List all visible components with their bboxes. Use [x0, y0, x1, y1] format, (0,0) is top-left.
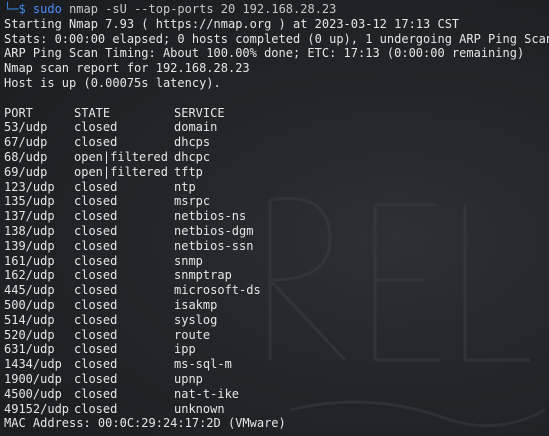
table-row: 49152/udp closed unknown	[4, 402, 549, 417]
port-cell: 520/udp	[4, 327, 55, 342]
port-cell: 135/udp	[4, 194, 55, 209]
state-cell: closed	[74, 120, 118, 135]
state-cell: closed	[74, 179, 118, 194]
service-cell: syslog	[174, 312, 218, 327]
state-cell: closed	[74, 327, 118, 342]
service-cell: microsoft-ds	[174, 283, 261, 298]
scan-header-line: Starting Nmap 7.93 ( https://nmap.org ) …	[4, 16, 460, 31]
service-cell: snmptrap	[174, 268, 232, 283]
state-cell: closed	[74, 209, 118, 224]
state-cell: closed	[74, 253, 118, 268]
service-cell: dhcpc	[174, 149, 211, 164]
scan-header-line: Nmap scan report for 192.168.28.23	[4, 61, 250, 76]
command-args: nmap -sU --top-ports 20 192.168.28.23	[69, 2, 337, 16]
service-cell: ms-sql-m	[174, 357, 232, 372]
command-prompt-line: └─$ sudo nmap -sU --top-ports 20 192.168…	[4, 2, 549, 17]
state-cell: closed	[74, 312, 118, 327]
state-cell: closed	[74, 194, 118, 209]
scan-header-line: Host is up (0.00075s latency).	[4, 75, 221, 90]
service-cell: isakmp	[174, 297, 218, 312]
port-cell: 631/udp	[4, 342, 55, 357]
port-cell: 49152/udp	[4, 401, 70, 416]
service-cell: netbios-dgm	[174, 223, 254, 238]
table-row: 123/udp closed ntp	[4, 180, 549, 195]
port-cell: 139/udp	[4, 238, 55, 253]
table-row: 53/udp closed domain	[4, 120, 549, 135]
port-cell: 4500/udp	[4, 386, 62, 401]
state-cell: closed	[74, 401, 118, 416]
table-row: 137/udp closed netbios-ns	[4, 209, 549, 224]
port-cell: 1900/udp	[4, 371, 62, 386]
state-cell: closed	[74, 268, 118, 283]
table-header-row: PORT STATE SERVICE	[4, 106, 549, 121]
service-cell: dhcps	[174, 135, 211, 150]
table-row: 139/udp closed netbios-ssn	[4, 239, 549, 254]
table-row: 138/udp closed netbios-dgm	[4, 224, 549, 239]
port-cell: 67/udp	[4, 135, 48, 150]
service-cell: unknown	[174, 401, 225, 416]
port-table: 53/udp closed domain 67/udp closed dhcps 68/ud…	[4, 120, 549, 416]
table-row: 162/udp closed snmptrap	[4, 268, 549, 283]
state-cell: open|filtered	[74, 149, 168, 164]
service-cell: nat-t-ike	[174, 386, 240, 401]
service-cell: route	[174, 327, 211, 342]
table-row: 135/udp closed msrpc	[4, 194, 549, 209]
table-row: 69/udp open|filtered tftp	[4, 165, 549, 180]
port-cell: 514/udp	[4, 312, 55, 327]
table-row: 520/udp closed route	[4, 328, 549, 343]
service-cell: msrpc	[174, 194, 211, 209]
scan-header: Starting Nmap 7.93 ( https://nmap.org ) …	[4, 17, 549, 91]
port-cell: 500/udp	[4, 297, 55, 312]
table-row: 67/udp closed dhcps	[4, 135, 549, 150]
service-column-header: SERVICE	[174, 105, 225, 120]
state-cell: closed	[74, 342, 118, 357]
table-row: 1900/udp closed upnp	[4, 372, 549, 387]
port-cell: 68/udp	[4, 149, 48, 164]
terminal-output: └─$ sudo nmap -sU --top-ports 20 192.168…	[4, 2, 549, 431]
terminal-window[interactable]: └─$ sudo nmap -sU --top-ports 20 192.168…	[0, 0, 549, 436]
port-cell: 161/udp	[4, 253, 55, 268]
service-cell: upnp	[174, 371, 203, 386]
state-cell: closed	[74, 371, 118, 386]
state-cell: closed	[74, 238, 118, 253]
table-row: 1434/udp closed ms-sql-m	[4, 357, 549, 372]
port-cell: 162/udp	[4, 268, 55, 283]
scan-header-line: ARP Ping Scan Timing: About 100.00% done…	[4, 46, 525, 61]
prompt-marker: └─$	[4, 2, 26, 16]
port-cell: 69/udp	[4, 164, 48, 179]
service-cell: tftp	[174, 164, 203, 179]
table-row: 4500/udp closed nat-t-ike	[4, 387, 549, 402]
port-cell: 445/udp	[4, 283, 55, 298]
state-cell: closed	[74, 297, 118, 312]
service-cell: netbios-ssn	[174, 238, 254, 253]
state-cell: closed	[74, 386, 118, 401]
port-cell: 123/udp	[4, 179, 55, 194]
port-cell: 53/udp	[4, 120, 48, 135]
port-cell: 1434/udp	[4, 357, 62, 372]
service-cell: ntp	[174, 179, 196, 194]
port-cell: 138/udp	[4, 223, 55, 238]
table-row: 445/udp closed microsoft-ds	[4, 283, 549, 298]
service-cell: netbios-ns	[174, 209, 247, 224]
service-cell: domain	[174, 120, 218, 135]
port-cell: 137/udp	[4, 209, 55, 224]
state-cell: closed	[74, 135, 118, 150]
mac-address-line: MAC Address: 00:0C:29:24:17:2D (VMware)	[4, 416, 286, 431]
table-row: 500/udp closed isakmp	[4, 298, 549, 313]
state-column-header: STATE	[74, 105, 111, 120]
state-cell: closed	[74, 357, 118, 372]
port-column-header: PORT	[4, 105, 33, 120]
state-cell: open|filtered	[74, 164, 168, 179]
service-cell: snmp	[174, 253, 203, 268]
service-cell: ipp	[174, 342, 196, 357]
table-row: 514/udp closed syslog	[4, 313, 549, 328]
scan-header-line: Stats: 0:00:00 elapsed; 0 hosts complete…	[4, 31, 549, 46]
command-name: sudo	[32, 2, 62, 16]
state-cell: closed	[74, 223, 118, 238]
state-cell: closed	[74, 283, 118, 298]
table-row: 631/udp closed ipp	[4, 342, 549, 357]
table-row: 68/udp open|filtered dhcpc	[4, 150, 549, 165]
table-row: 161/udp closed snmp	[4, 254, 549, 269]
